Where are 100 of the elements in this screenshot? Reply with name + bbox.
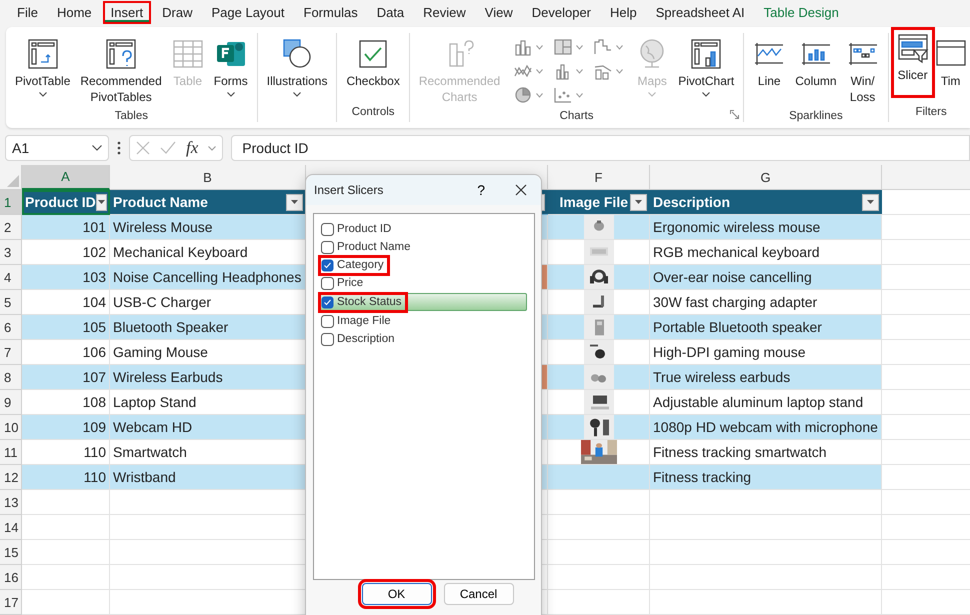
dialog-launcher-icon[interactable] <box>730 110 740 119</box>
group-label: Sparklines <box>789 110 843 122</box>
name-box[interactable]: A1 <box>5 135 109 161</box>
menu-tab[interactable]: Formulas <box>296 1 366 24</box>
row-header[interactable]: 1 <box>0 190 22 215</box>
table-icon <box>172 38 204 70</box>
menu-tab[interactable]: File <box>9 1 46 24</box>
table-cell: Portable Bluetooth speaker <box>650 315 882 340</box>
caret-icon <box>536 92 544 98</box>
group-label: Charts <box>560 110 594 122</box>
dialog-button[interactable]: Cancel <box>444 583 514 605</box>
row-header[interactable]: 2 <box>0 215 22 240</box>
ribbon-button[interactable]: Column <box>790 33 842 94</box>
hierarchy-chart-icon <box>553 38 574 56</box>
ribbon-button[interactable]: Recommended PivotTables <box>75 33 167 110</box>
group-label: Tables <box>114 110 148 122</box>
column-header[interactable]: B <box>110 165 306 190</box>
menu-tab[interactable]: Developer <box>524 1 600 24</box>
table-cell: Noise Cancelling Headphones <box>110 265 306 290</box>
filter-button[interactable] <box>862 194 879 210</box>
checkbox[interactable] <box>321 240 334 254</box>
close-icon[interactable] <box>515 184 527 196</box>
column-header[interactable]: A <box>22 165 110 190</box>
ribbon-button[interactable]: Forms <box>208 33 253 102</box>
empty-cell[interactable] <box>548 565 650 590</box>
caret-icon <box>648 92 656 97</box>
empty-cell[interactable] <box>548 590 650 615</box>
formula-field[interactable]: Product ID <box>231 135 970 161</box>
checkbox[interactable] <box>321 258 334 272</box>
select-all-icon[interactable] <box>7 175 19 187</box>
column-header[interactable]: F <box>548 165 650 190</box>
checkbox[interactable] <box>321 296 334 308</box>
row-header[interactable]: 4 <box>0 265 22 290</box>
row-header[interactable]: 11 <box>0 440 22 465</box>
empty-cell[interactable] <box>650 490 882 515</box>
table-cell: Wristband <box>110 465 306 490</box>
row-header[interactable]: 7 <box>0 340 22 365</box>
filter-button[interactable] <box>96 194 107 210</box>
row-header[interactable]: 6 <box>0 315 22 340</box>
row-header[interactable]: 14 <box>0 515 22 540</box>
field-option[interactable]: Product Name <box>321 239 527 255</box>
menu-tab[interactable]: Table Design <box>756 1 847 24</box>
menu-tab[interactable]: Page Layout <box>204 1 293 24</box>
ribbon-button[interactable]: Win/ Loss <box>842 33 884 110</box>
field-option[interactable]: Product ID <box>321 221 527 237</box>
menu-tab[interactable]: Review <box>415 1 474 24</box>
menu-tab[interactable]: View <box>476 1 521 24</box>
table-cell: 109 <box>22 415 110 440</box>
row-header[interactable]: 17 <box>0 590 22 615</box>
ribbon-button[interactable]: PivotTable <box>10 33 76 102</box>
ribbon-button[interactable]: PivotChart <box>673 33 740 102</box>
field-option[interactable]: Category <box>321 257 527 273</box>
empty-cell[interactable] <box>548 540 650 565</box>
row-header[interactable]: 15 <box>0 540 22 565</box>
enter-icon[interactable] <box>160 141 176 155</box>
row-header[interactable]: 16 <box>0 565 22 590</box>
menu-tab[interactable]: Home <box>48 1 100 24</box>
row-header[interactable]: 10 <box>0 415 22 440</box>
row-header[interactable]: 5 <box>0 290 22 315</box>
filter-button[interactable] <box>630 194 647 210</box>
cancel-icon[interactable] <box>136 141 150 155</box>
empty-cell[interactable] <box>650 565 882 590</box>
insert-function-button[interactable]: fx <box>186 138 198 158</box>
ribbon-button[interactable]: Checkbox <box>341 33 405 94</box>
filter-button[interactable] <box>286 194 303 210</box>
waterfall-chart-icon <box>593 38 614 56</box>
row-header[interactable]: 3 <box>0 240 22 265</box>
menu-tab[interactable]: Draw <box>154 1 200 24</box>
dialog-title: Insert Slicers <box>314 183 384 197</box>
menu-tab[interactable]: Spreadsheet AI <box>648 1 753 24</box>
empty-cell[interactable] <box>650 540 882 565</box>
checkbox[interactable] <box>321 276 334 290</box>
scatter-chart-icon <box>553 86 574 104</box>
checkbox[interactable] <box>321 332 334 346</box>
field-option[interactable]: Stock Status <box>318 293 527 311</box>
field-option[interactable]: Description <box>321 331 527 347</box>
row-header[interactable]: 12 <box>0 465 22 490</box>
menu-tab[interactable]: Data <box>368 1 412 24</box>
table-cell: 107 <box>22 365 110 390</box>
ribbon-button[interactable]: Tim <box>934 33 970 94</box>
field-option[interactable]: Image File <box>321 313 527 329</box>
menu-tab[interactable]: Insert <box>102 1 152 24</box>
help-button[interactable]: ? <box>473 182 489 198</box>
menu-tab[interactable]: Help <box>602 1 645 24</box>
dropdown-arrow-icon <box>291 200 298 204</box>
ribbon-button[interactable]: Line <box>748 33 790 94</box>
row-header[interactable]: 8 <box>0 365 22 390</box>
empty-cell[interactable] <box>650 590 882 615</box>
ribbon-button[interactable]: Slicer <box>890 27 935 98</box>
row-header[interactable]: 13 <box>0 490 22 515</box>
checkbox[interactable] <box>321 222 334 236</box>
empty-cell[interactable] <box>650 515 882 540</box>
ribbon-button[interactable]: Illustrations <box>262 33 332 102</box>
column-header[interactable]: G <box>650 165 882 190</box>
more-icon[interactable] <box>117 141 121 155</box>
field-option[interactable]: Price <box>321 275 527 291</box>
empty-cell[interactable] <box>548 490 650 515</box>
row-header[interactable]: 9 <box>0 390 22 415</box>
empty-cell[interactable] <box>548 515 650 540</box>
checkbox[interactable] <box>321 314 334 328</box>
